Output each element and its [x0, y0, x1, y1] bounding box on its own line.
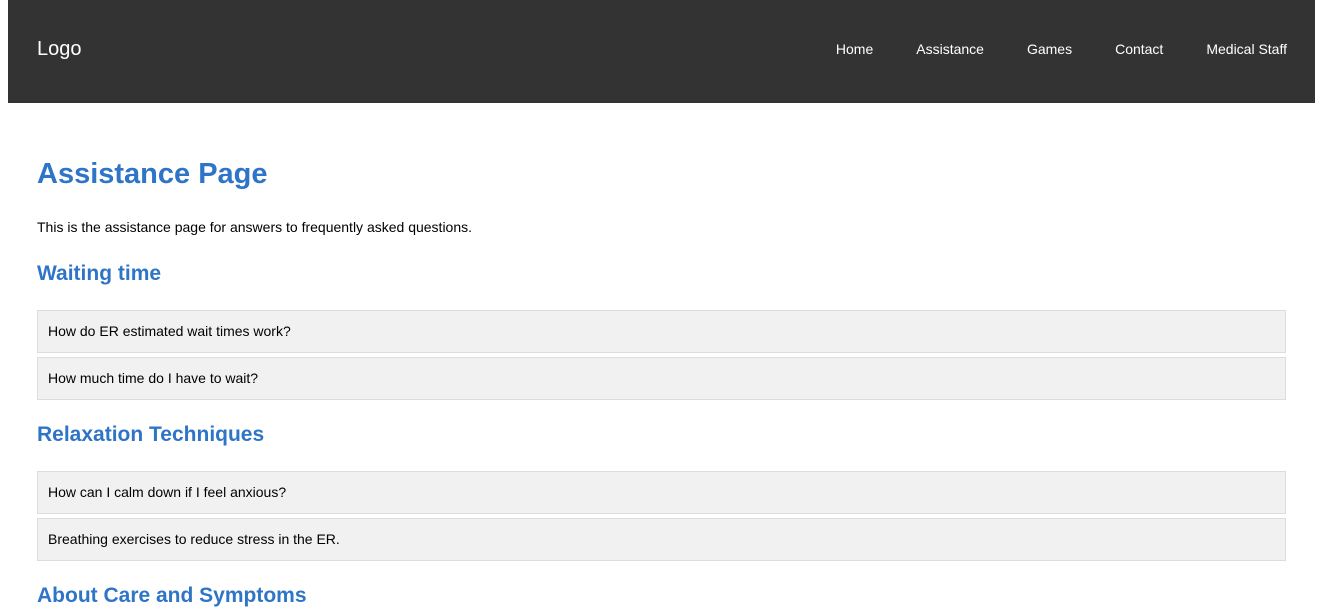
- page-intro: This is the assistance page for answers …: [37, 219, 473, 235]
- faq-item[interactable]: How can I calm down if I feel anxious?: [37, 471, 1286, 514]
- faq-item[interactable]: How do ER estimated wait times work?: [37, 310, 1286, 353]
- nav-contact-link[interactable]: Contact: [1115, 41, 1163, 57]
- section-title-relaxation: Relaxation Techniques: [37, 423, 265, 446]
- logo[interactable]: Logo: [37, 37, 82, 61]
- nav-assistance-link[interactable]: Assistance: [916, 41, 984, 57]
- nav-games-link[interactable]: Games: [1027, 41, 1072, 57]
- main-nav: Home Assistance Games Contact Medical St…: [793, 41, 1287, 57]
- section-title-care-symptoms: About Care and Symptoms: [37, 584, 307, 607]
- faq-item[interactable]: How much time do I have to wait?: [37, 357, 1286, 400]
- site-header: Logo Home Assistance Games Contact Medic…: [8, 0, 1315, 103]
- nav-medical-staff-link[interactable]: Medical Staff: [1206, 41, 1287, 57]
- section-title-waiting-time: Waiting time: [37, 262, 162, 285]
- faq-item[interactable]: Breathing exercises to reduce stress in …: [37, 518, 1286, 561]
- page-title: Assistance Page: [37, 158, 268, 190]
- nav-home-link[interactable]: Home: [836, 41, 873, 57]
